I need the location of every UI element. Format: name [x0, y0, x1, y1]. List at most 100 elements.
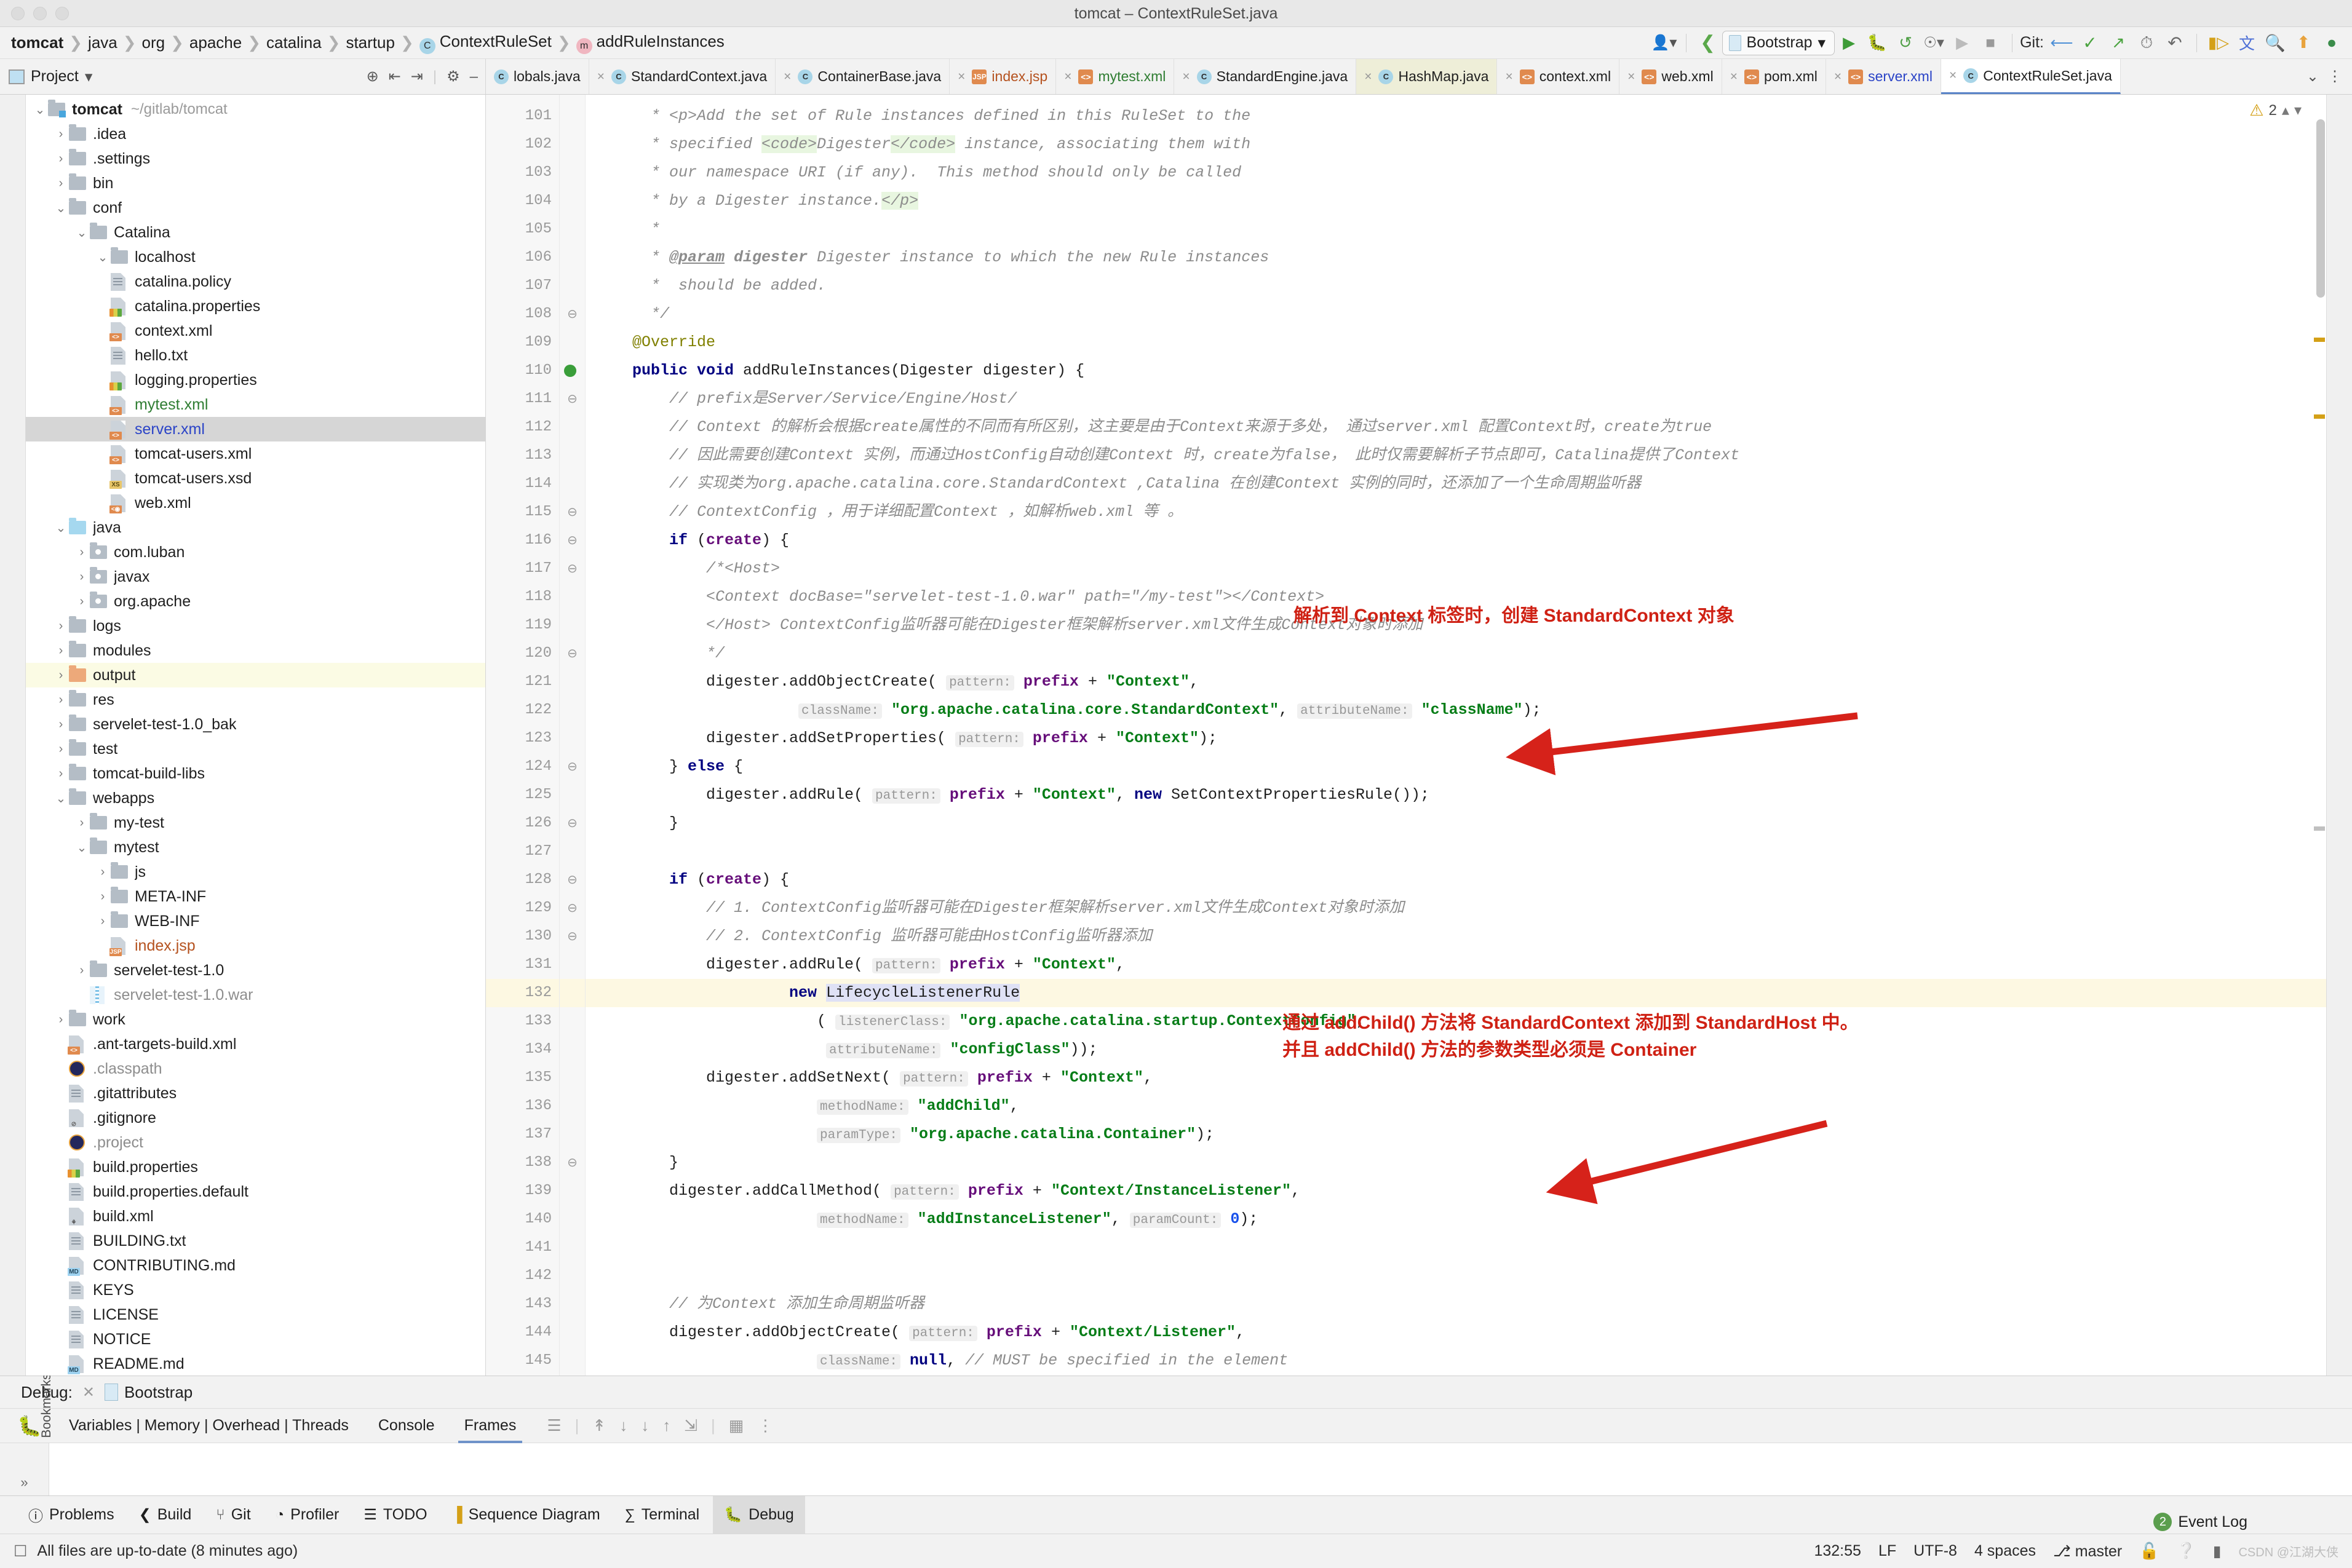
- close-icon[interactable]: ×: [1182, 69, 1190, 84]
- step-out-icon[interactable]: ↟: [592, 1416, 606, 1435]
- editor-tab-mytest-xml[interactable]: × <> mytest.xml: [1056, 59, 1175, 94]
- editor-tab-contextruleset-java[interactable]: × C ContextRuleSet.java: [1941, 59, 2121, 94]
- chevron-right-icon[interactable]: ›: [74, 545, 90, 560]
- tree-node-output[interactable]: › output: [26, 663, 485, 687]
- breadcrumb-item-tomcat[interactable]: tomcat: [11, 33, 63, 52]
- tree-node--project[interactable]: .project: [26, 1130, 485, 1155]
- tool-window-terminal[interactable]: ∑ Terminal: [614, 1496, 711, 1534]
- profile-run-icon[interactable]: ☉▾: [1920, 31, 1948, 55]
- tool-window-todo[interactable]: ☰ TODO: [352, 1496, 438, 1534]
- debug-tab-frames[interactable]: Frames: [450, 1409, 531, 1443]
- code-fold-toggle[interactable]: ⊖: [560, 1149, 585, 1177]
- help-icon[interactable]: ❔: [2177, 1542, 2196, 1560]
- tree-node-catalina-properties[interactable]: catalina.properties: [26, 294, 485, 319]
- tab-overflow-actions[interactable]: ⌄ ⋮: [2297, 59, 2352, 94]
- open-editor-tabs[interactable]: Clobals.java × C StandardContext.java × C Cont…: [486, 59, 2352, 94]
- code-line[interactable]: } else {: [586, 753, 2326, 781]
- tree-node-build-properties[interactable]: build.properties: [26, 1155, 485, 1179]
- terminal-icon[interactable]: ▮: [2213, 1542, 2222, 1561]
- code-fold-toggle[interactable]: ⊖: [560, 866, 585, 894]
- commit-icon[interactable]: ✓: [2076, 31, 2104, 55]
- code-line[interactable]: [586, 1233, 2326, 1262]
- code-line[interactable]: public void addRuleInstances(Digester di…: [586, 357, 2326, 385]
- event-log-indicator[interactable]: 2 Event Log: [2153, 1513, 2247, 1531]
- close-icon[interactable]: ×: [1834, 69, 1841, 84]
- code-line[interactable]: */: [586, 300, 2326, 328]
- chevron-down-icon[interactable]: ▾: [2294, 101, 2302, 119]
- tree-node-building-txt[interactable]: BUILDING.txt: [26, 1229, 485, 1253]
- chevron-right-icon[interactable]: ›: [95, 914, 111, 929]
- chevron-right-icon[interactable]: ›: [53, 1013, 69, 1027]
- search-everywhere-icon[interactable]: 🔍: [2261, 31, 2289, 55]
- close-icon[interactable]: ×: [1505, 69, 1512, 84]
- force-step-into-icon[interactable]: ↑: [662, 1416, 670, 1435]
- breadcrumb-item-org[interactable]: org: [142, 33, 165, 52]
- chevron-right-icon[interactable]: ›: [53, 127, 69, 141]
- code-line[interactable]: className: "org.apache.catalina.core.Sta…: [586, 696, 2326, 724]
- code-line[interactable]: * @param digester Digester instance to w…: [586, 244, 2326, 272]
- breadcrumb-item-java[interactable]: java: [88, 33, 117, 52]
- code-line[interactable]: methodName: "addInstanceListener", param…: [586, 1205, 2326, 1233]
- sequence-diagram-icon[interactable]: ▮▷: [2204, 31, 2233, 55]
- chevron-right-icon[interactable]: ›: [53, 644, 69, 658]
- code-line[interactable]: digester.addCallMethod( pattern: prefix …: [586, 1177, 2326, 1205]
- tree-node-license[interactable]: LICENSE: [26, 1302, 485, 1327]
- close-icon[interactable]: ×: [1949, 68, 1957, 83]
- chevron-down-icon[interactable]: ⌄: [2306, 68, 2319, 85]
- breadcrumb-item-contextruleset[interactable]: C ContextRuleSet: [419, 32, 552, 54]
- code-line[interactable]: [586, 837, 2326, 866]
- code-fold-toggle[interactable]: ⊖: [560, 894, 585, 922]
- code-line[interactable]: }: [586, 809, 2326, 837]
- editor-tab-standardcontext-java[interactable]: × C StandardContext.java: [589, 59, 776, 94]
- chevron-right-icon[interactable]: ›: [53, 668, 69, 683]
- editor-tab-containerbase-java[interactable]: × C ContainerBase.java: [776, 59, 950, 94]
- chevron-down-icon[interactable]: ⌄: [53, 200, 69, 216]
- gear-icon[interactable]: ⚙: [447, 68, 460, 85]
- run-with-coverage-icon[interactable]: ↺: [1891, 31, 1920, 55]
- chevron-down-icon[interactable]: ⌄: [53, 791, 69, 806]
- chevron-down-icon[interactable]: ⌄: [32, 102, 48, 117]
- code-line[interactable]: *: [586, 215, 2326, 244]
- code-line[interactable]: @Override: [586, 328, 2326, 357]
- tree-node--gitignore[interactable]: ⊘ .gitignore: [26, 1106, 485, 1130]
- back-icon[interactable]: ❮: [1694, 31, 1722, 55]
- tree-node-bin[interactable]: › bin: [26, 171, 485, 196]
- tree-node-org-apache[interactable]: › org.apache: [26, 589, 485, 614]
- code-line[interactable]: digester.addSetNext( pattern: prefix + "…: [586, 1064, 2326, 1092]
- close-icon[interactable]: ×: [597, 69, 605, 84]
- code-line[interactable]: * should be added.: [586, 272, 2326, 300]
- editor-tab-lobals-java[interactable]: Clobals.java: [486, 59, 589, 94]
- stop-icon[interactable]: ■: [1976, 31, 2004, 55]
- tree-node-index-jsp[interactable]: JSP index.jsp: [26, 933, 485, 958]
- debug-action-icons[interactable]: ☰ | ↟ ↓ ↓ ↑ ⇲ | ▦ ⋮: [547, 1416, 773, 1435]
- run-to-cursor-icon[interactable]: ⇲: [684, 1416, 697, 1435]
- close-icon[interactable]: ×: [958, 69, 965, 84]
- code-fold-toggle[interactable]: ⊖: [560, 498, 585, 526]
- tree-node-js[interactable]: › js: [26, 860, 485, 884]
- code-fold-toggle[interactable]: ⊖: [560, 300, 585, 328]
- code-line[interactable]: digester.addObjectCreate( pattern: prefi…: [586, 1318, 2326, 1347]
- chevron-right-icon[interactable]: ›: [74, 570, 90, 584]
- code-line[interactable]: // 为Context 添加生命周期监听器: [586, 1290, 2326, 1318]
- code-line[interactable]: paramType: "org.apache.catalina.Containe…: [586, 1120, 2326, 1149]
- step-into-icon[interactable]: ↓: [641, 1416, 649, 1435]
- tree-node-logs[interactable]: › logs: [26, 614, 485, 638]
- tree-node-mytest[interactable]: ⌄ mytest: [26, 835, 485, 860]
- debug-tab-console[interactable]: Console: [364, 1409, 450, 1443]
- right-tool-rail[interactable]: Classifid: [2326, 95, 2352, 1376]
- code-line[interactable]: // 实现类为org.apache.catalina.core.Standard…: [586, 470, 2326, 498]
- breadcrumb-item-addruleinstances[interactable]: m addRuleInstances: [576, 32, 725, 54]
- code-line[interactable]: /*<Host>: [586, 555, 2326, 583]
- code-fold-toggle[interactable]: ⊖: [560, 922, 585, 951]
- tree-node--classpath[interactable]: .classpath: [26, 1056, 485, 1081]
- inspection-marker-warning-2[interactable]: [2314, 414, 2325, 419]
- project-tree[interactable]: ⌄ tomcat ~/gitlab/tomcat › .idea › .settings › b…: [26, 95, 486, 1376]
- tree-node-modules[interactable]: › modules: [26, 638, 485, 663]
- close-icon[interactable]: ×: [1627, 69, 1635, 84]
- run-icon[interactable]: ▶: [1835, 31, 1863, 55]
- evaluate-icon[interactable]: ▦: [729, 1416, 744, 1435]
- more-icon[interactable]: ⋮: [2327, 68, 2342, 85]
- rollback-icon[interactable]: ↶: [2161, 31, 2189, 55]
- update-project-icon[interactable]: ⟵: [2048, 31, 2076, 55]
- chevron-right-icon[interactable]: ›: [74, 816, 90, 830]
